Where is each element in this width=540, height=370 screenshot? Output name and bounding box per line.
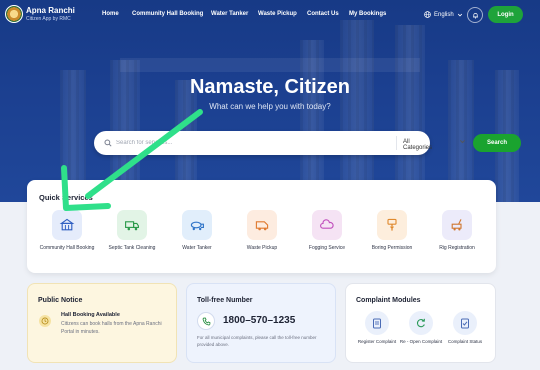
service-label: Rig Registration (439, 245, 475, 251)
bell-icon (472, 12, 478, 19)
building-column (340, 20, 374, 202)
chevron-down-icon[interactable] (459, 138, 466, 145)
hero-banner: Apna Ranchi Citizen App by RMC Home Comm… (0, 0, 540, 202)
search-button[interactable]: Search (473, 134, 521, 152)
service-community-hall-booking[interactable]: Community Hall Booking (37, 210, 97, 252)
cloud-icon (312, 210, 342, 240)
clipboard-icon (365, 311, 389, 335)
toll-free-number[interactable]: 1800–570–1235 (223, 315, 295, 326)
van-icon (247, 210, 277, 240)
nav-link-water-tanker[interactable]: Water Tanker (211, 11, 248, 17)
notice-heading: Hall Booking Available (61, 312, 120, 318)
service-label: Community Hall Booking (39, 245, 95, 251)
quick-services-panel: Quick Services Community Hall Booking Se… (27, 180, 496, 273)
search-divider (396, 136, 397, 150)
tanker-icon (182, 210, 212, 240)
search-input[interactable] (116, 136, 296, 150)
complaint-label: Re - Open Complaint (399, 339, 443, 344)
nav-link-home[interactable]: Home (102, 11, 119, 17)
search-icon (104, 139, 112, 147)
building-cornice (120, 58, 420, 72)
service-septic-tank-cleaning[interactable]: Septic Tank Cleaning (102, 210, 162, 252)
service-label: Fogging Service (308, 245, 346, 251)
nav-link-community-hall-booking[interactable]: Community Hall Booking (132, 11, 203, 17)
register-complaint-button[interactable]: Register Complaint (354, 311, 400, 345)
reopen-complaint-button[interactable]: Re - Open Complaint (398, 311, 444, 345)
public-notice-title: Public Notice (38, 297, 83, 304)
hero-title: Namaste, Citizen (189, 76, 351, 98)
language-label: English (434, 11, 454, 18)
service-waste-pickup[interactable]: Waste Pickup (232, 210, 292, 252)
building-icon (52, 210, 82, 240)
nav-link-waste-pickup[interactable]: Waste Pickup (258, 11, 297, 17)
public-notice-card: Public Notice Hall Booking Available Cit… (27, 283, 177, 363)
status-icon (453, 311, 477, 335)
complaint-modules-title: Complaint Modules (356, 297, 421, 304)
search-bar: All Categories Search (94, 131, 521, 155)
service-label: Septic Tank Cleaning (108, 245, 156, 251)
brand-title[interactable]: Apna Ranchi (26, 6, 75, 15)
service-label: Water Tanker (182, 245, 212, 251)
service-fogging-service[interactable]: Fogging Service (297, 210, 357, 252)
service-water-tanker[interactable]: Water Tanker (167, 210, 227, 252)
rmc-logo[interactable] (5, 5, 23, 23)
rig-icon (442, 210, 472, 240)
truck-icon (117, 210, 147, 240)
notifications-button[interactable] (467, 7, 483, 23)
nav-link-contact-us[interactable]: Contact Us (307, 11, 339, 17)
toll-free-card: Toll-free Number 1800–570–1235 For all m… (186, 283, 336, 363)
notice-body: Citizens can book halls from the Apna Ra… (61, 321, 162, 335)
top-navbar: Apna Ranchi Citizen App by RMC Home Comm… (0, 0, 540, 32)
hero-subtitle: What can we help you with today? (209, 102, 331, 111)
drill-icon (377, 210, 407, 240)
quick-services-title: Quick Services (39, 193, 93, 202)
language-selector[interactable]: English (424, 11, 463, 18)
service-boring-permission[interactable]: Boring Permission (362, 210, 422, 252)
chevron-down-icon (457, 13, 462, 16)
service-label: Boring Permission (371, 245, 413, 251)
building-column (395, 25, 425, 202)
complaint-label: Complaint Status (447, 339, 483, 344)
toll-free-title: Toll-free Number (197, 297, 253, 304)
login-button[interactable]: Login (488, 6, 523, 23)
brand-subtitle: Citizen App by RMC (26, 16, 71, 22)
building-column (300, 40, 324, 202)
complaint-label: Register Complaint (357, 339, 397, 344)
toll-free-description: For all municipal complaints, please cal… (197, 335, 317, 347)
refresh-icon (409, 311, 433, 335)
category-select[interactable]: All Categories (403, 139, 432, 151)
complaint-status-button[interactable]: Complaint Status (442, 311, 488, 345)
phone-icon[interactable] (197, 312, 215, 330)
service-rig-registration[interactable]: Rig Registration (427, 210, 487, 252)
clock-icon (39, 315, 51, 327)
complaint-modules-card: Complaint Modules Register Complaint Re … (345, 283, 496, 363)
service-label: Waste Pickup (246, 245, 278, 251)
nav-link-my-bookings[interactable]: My Bookings (349, 11, 386, 17)
globe-icon (424, 11, 431, 18)
